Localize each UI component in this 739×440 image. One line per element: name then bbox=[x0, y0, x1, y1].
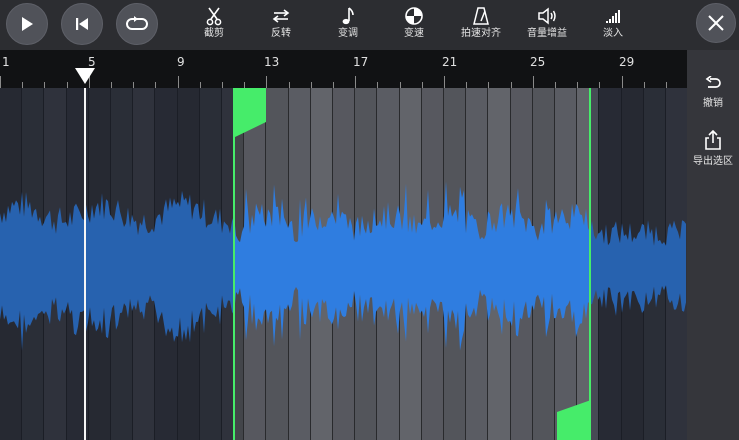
rewind-button[interactable] bbox=[61, 3, 103, 45]
fade-in-label: 淡入 bbox=[603, 28, 623, 39]
export-selection-button[interactable]: 导出选区 bbox=[687, 130, 739, 167]
reverse-icon bbox=[272, 9, 290, 23]
ruler-label: 25 bbox=[530, 55, 546, 69]
volume-gain-tool[interactable]: 音量增益 bbox=[511, 4, 583, 46]
selection-end-handle[interactable] bbox=[557, 400, 591, 440]
music-note-icon bbox=[342, 7, 354, 25]
close-icon bbox=[708, 15, 724, 31]
export-label: 导出选区 bbox=[693, 156, 733, 167]
ruler-tick bbox=[355, 76, 357, 88]
speed-dial-icon bbox=[405, 7, 423, 25]
cut-label: 截剪 bbox=[204, 28, 224, 39]
ruler-tick bbox=[621, 76, 623, 88]
export-icon bbox=[705, 130, 721, 150]
fade-in-icon bbox=[606, 10, 620, 23]
selection-end-line bbox=[589, 88, 591, 440]
playhead-marker-icon[interactable] bbox=[74, 67, 96, 85]
skip-back-icon bbox=[76, 18, 88, 30]
play-icon bbox=[22, 17, 33, 31]
reverse-label: 反转 bbox=[271, 28, 291, 39]
side-panel: 撤销 导出选区 bbox=[687, 50, 739, 440]
ruler-tick bbox=[266, 76, 268, 88]
pitch-label: 变调 bbox=[338, 28, 358, 39]
close-button[interactable] bbox=[696, 3, 736, 43]
ruler-label: 17 bbox=[353, 55, 369, 69]
unselected-shade bbox=[590, 88, 687, 440]
undo-label: 撤销 bbox=[703, 98, 723, 109]
playhead-line[interactable] bbox=[84, 88, 86, 440]
metronome-icon bbox=[473, 7, 489, 25]
undo-icon bbox=[705, 76, 721, 88]
speaker-icon bbox=[538, 7, 556, 25]
waveform-timeline[interactable] bbox=[0, 88, 687, 440]
fade-in-tool[interactable]: 淡入 bbox=[577, 4, 649, 46]
pitch-tool[interactable]: 变调 bbox=[312, 4, 384, 46]
toolbar: 截剪 反转 变调 变速 拍速对齐 音量增益 淡入 bbox=[0, 0, 739, 50]
ruler-label: 13 bbox=[264, 55, 280, 69]
loop-button[interactable] bbox=[116, 3, 158, 45]
selection-start-line bbox=[233, 88, 235, 440]
cut-tool[interactable]: 截剪 bbox=[178, 4, 250, 46]
ruler-tick bbox=[444, 76, 445, 88]
ruler-label: 9 bbox=[177, 55, 185, 69]
scissors-icon bbox=[206, 7, 222, 26]
speed-tool[interactable]: 变速 bbox=[378, 4, 450, 46]
speed-label: 变速 bbox=[404, 28, 424, 39]
reverse-tool[interactable]: 反转 bbox=[245, 4, 317, 46]
waveform bbox=[0, 88, 687, 440]
ruler-label: 21 bbox=[442, 55, 458, 69]
ruler-label: 1 bbox=[2, 55, 10, 69]
ruler-tick bbox=[0, 76, 1, 88]
ruler-label: 29 bbox=[619, 55, 635, 69]
ruler-tick bbox=[532, 76, 534, 88]
volume-gain-label: 音量增益 bbox=[527, 28, 567, 39]
selection-start-handle[interactable] bbox=[233, 88, 267, 138]
unselected-shade bbox=[0, 88, 233, 440]
play-button[interactable] bbox=[6, 3, 48, 45]
beat-align-tool[interactable]: 拍速对齐 bbox=[445, 4, 517, 46]
beat-align-label: 拍速对齐 bbox=[461, 28, 501, 39]
undo-button[interactable]: 撤销 bbox=[687, 76, 739, 109]
loop-icon bbox=[126, 16, 148, 30]
timeline-ruler[interactable]: 1 5 9 13 17 21 25 29 bbox=[0, 50, 687, 88]
ruler-tick bbox=[177, 76, 179, 88]
